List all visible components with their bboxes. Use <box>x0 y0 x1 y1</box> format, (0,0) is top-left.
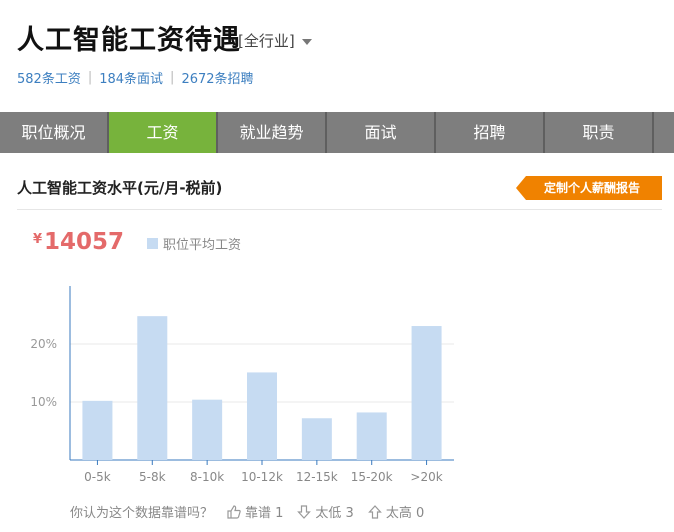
stat-salary-link[interactable]: 582条工资 <box>17 68 81 87</box>
industry-filter[interactable]: [全行业] <box>238 30 312 51</box>
x-tick-label: 5-8k <box>139 470 166 484</box>
stats-bar: 582条工资 | 184条面试 | 2672条招聘 <box>17 68 254 87</box>
x-tick-label: 12-15k <box>296 470 338 484</box>
tab-overview[interactable]: 职位概况 <box>0 112 109 153</box>
chevron-down-icon <box>301 38 312 45</box>
tab-bar: 职位概况 工资 就业趋势 面试 招聘 职责 <box>0 112 674 153</box>
x-tick-label: 0-5k <box>84 470 111 484</box>
legend-swatch <box>147 238 158 249</box>
stat-separator: | <box>87 70 93 85</box>
too-high-button[interactable]: 太高 0 <box>367 502 425 521</box>
bar <box>356 412 387 460</box>
y-tick-label: 10% <box>30 395 57 409</box>
bar <box>301 418 332 460</box>
arrow-up-icon <box>367 504 382 519</box>
reliable-button[interactable]: 靠谱 1 <box>227 502 283 521</box>
too-low-count: 太低 3 <box>315 506 354 521</box>
stat-recruit-link[interactable]: 2672条招聘 <box>181 68 253 87</box>
tab-employment-trend[interactable]: 就业趋势 <box>218 112 327 153</box>
legend-label: 职位平均工资 <box>163 238 242 253</box>
stat-interview-link[interactable]: 184条面试 <box>99 68 163 87</box>
section-title: 人工智能工资水平(元/月-税前) <box>17 179 223 197</box>
bar <box>192 399 223 460</box>
average-salary-value: 14057 <box>44 229 125 255</box>
salary-distribution-chart: 10% 20% 0-5k 5-8k 8-10k 10-12k 12-15k 15-20k >20… <box>30 286 454 484</box>
bar <box>247 372 277 460</box>
too-low-button[interactable]: 太低 3 <box>297 502 354 521</box>
x-tick-label: >20k <box>410 470 442 484</box>
page-title: 人工智能工资待遇 <box>17 25 241 56</box>
currency-symbol: ¥ <box>33 232 43 247</box>
bar <box>82 400 113 460</box>
y-tick-label: 20% <box>30 337 57 351</box>
stat-separator: | <box>170 70 175 85</box>
too-high-count: 太高 0 <box>385 506 425 521</box>
x-tick-label: 10-12k <box>241 470 283 484</box>
chart-legend: 职位平均工资 <box>147 234 241 253</box>
bar <box>137 316 168 460</box>
average-salary: ¥ 14057 <box>33 229 124 255</box>
custom-report-button[interactable]: 定制个人薪酬报告 <box>516 176 662 200</box>
reliable-count: 靠谱 1 <box>245 506 284 521</box>
thumbs-up-icon <box>227 504 241 519</box>
arrow-down-icon <box>297 504 312 519</box>
x-tick-label: 15-20k <box>351 470 393 484</box>
tab-recruitment[interactable]: 招聘 <box>436 112 545 153</box>
bar <box>411 326 442 460</box>
tab-salary[interactable]: 工资 <box>109 112 218 153</box>
feedback-question: 你认为这个数据靠谱吗？ <box>70 506 214 521</box>
x-tick-label: 8-10k <box>190 470 224 484</box>
tab-interview[interactable]: 面试 <box>327 112 436 153</box>
feedback-bar: 你认为这个数据靠谱吗？ 靠谱 1 太低 3 太高 0 <box>70 502 424 521</box>
divider <box>17 209 662 210</box>
tab-responsibilities[interactable]: 职责 <box>545 112 654 153</box>
industry-filter-label: [全行业] <box>238 32 295 50</box>
